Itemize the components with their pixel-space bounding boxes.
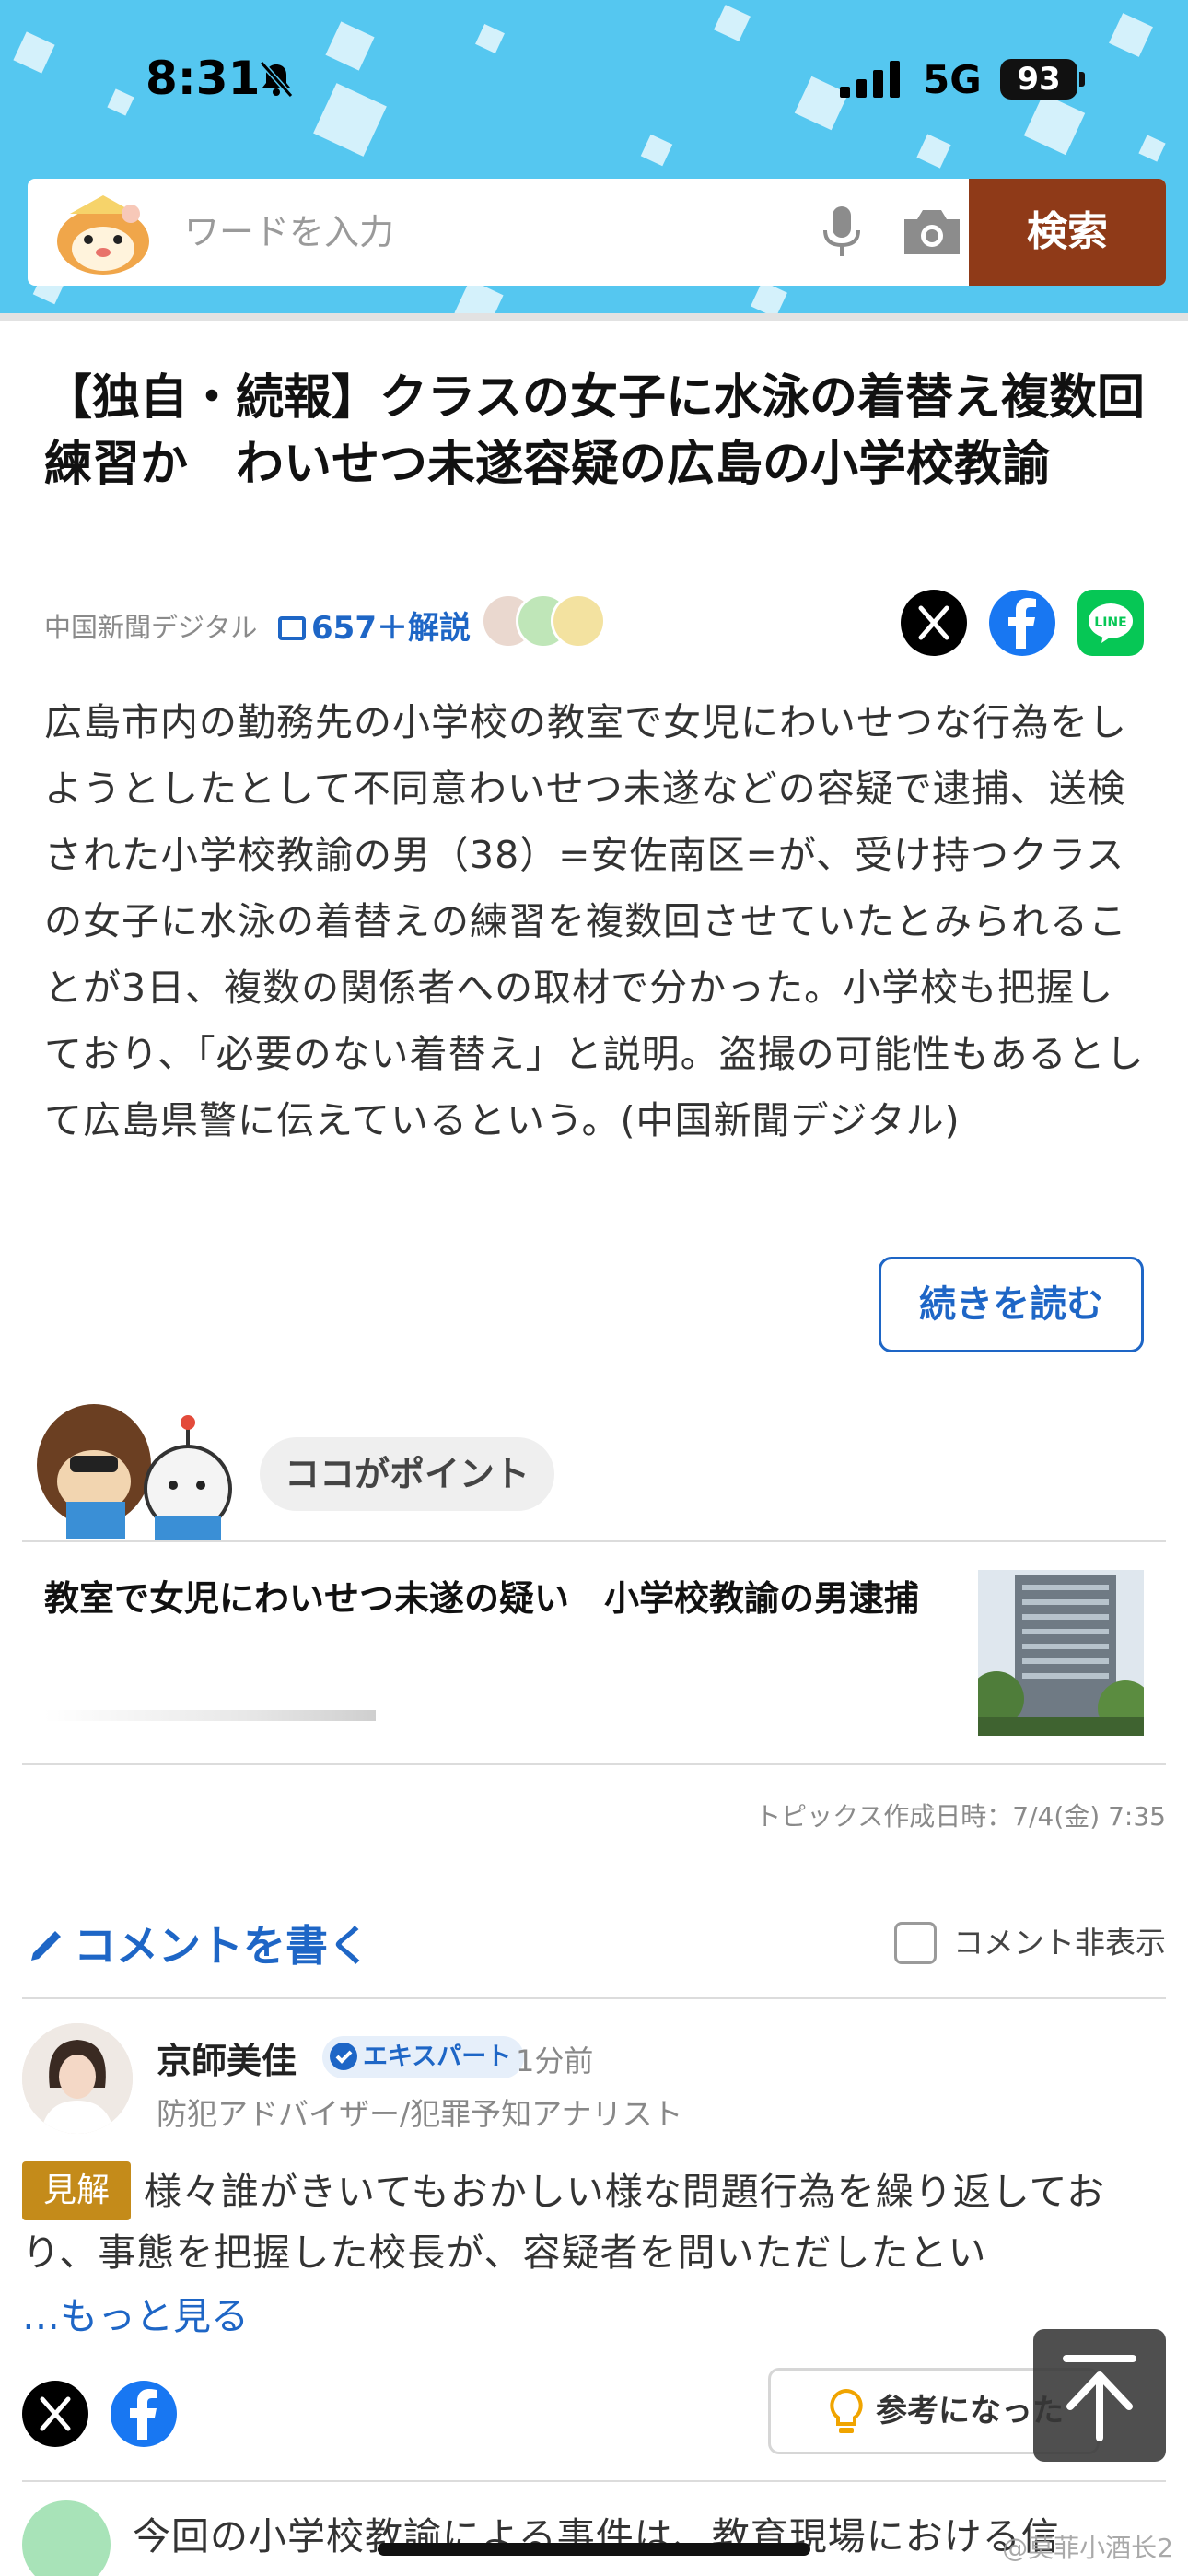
read-more-button[interactable]: 続きを読む [879,1257,1144,1352]
expert-badge: エキスパート [322,2036,525,2078]
comment-share-x-button[interactable] [22,2381,88,2447]
signal-icon [840,61,900,98]
bell-muted-icon [259,61,294,98]
article-meta: 中国新聞デジタル 657＋解説 [44,590,652,656]
share-x-button[interactable] [901,590,967,656]
next-comment-avatar[interactable] [22,2500,111,2576]
commenter-avatars[interactable] [481,593,646,652]
svg-text:LINE: LINE [1094,615,1126,630]
app-header: 8:31 5G 93 ワードを入力 検索 [0,0,1188,313]
hide-comments-toggle[interactable]: コメント非表示 [894,1918,1166,1964]
section-divider [22,1763,1166,1765]
scroll-to-top-button[interactable] [1033,2329,1166,2462]
article-body: 広島市内の勤務先の小学校の教室で女児にわいせつな行為をしようとしたとして不同意わ… [44,700,1145,1142]
article-headline[interactable]: 【独自・続報】クラスの女子に水泳の着替え複数回練習か わいせつ未遂容疑の広島の小… [44,365,1149,498]
x-logo-icon [918,605,949,640]
comment-time: 1分前 [516,2043,594,2078]
mascot-characters-icon [37,1404,232,1540]
search-input[interactable] [184,179,792,286]
topic-thumbnail[interactable] [978,1570,1144,1736]
opinion-tag: 見解 [22,2161,131,2220]
hamster-mascot-icon [57,195,149,275]
share-line-button[interactable]: LINE [1077,590,1144,656]
facebook-logo-icon [130,2389,157,2440]
article-source[interactable]: 中国新聞デジタル [44,606,257,645]
facebook-logo-icon [1008,598,1036,649]
hide-comments-label: コメント非表示 [953,1925,1166,1961]
confetti-decoration [751,281,787,313]
section-divider [22,1997,1166,1999]
pencil-icon [31,1931,61,1961]
comment-share-facebook-button[interactable] [111,2381,177,2447]
section-divider [22,1540,1166,1542]
topic-progress-bar [44,1710,376,1721]
verified-check-icon [330,2043,357,2070]
search-button[interactable]: 検索 [969,179,1166,286]
status-time: 8:31 [146,52,261,105]
confetti-decoration [916,134,951,169]
arrow-up-icon [1063,2355,1136,2441]
smiley-yellow-avatar [551,593,606,649]
comment-author[interactable]: 京師美佳 [157,2032,297,2083]
expert-badge-label: エキスパート [363,2043,512,2071]
battery-nub [1079,72,1085,87]
confetti-decoration [640,134,673,167]
hide-comments-checkbox[interactable] [894,1922,937,1964]
point-label: ココがポイント [260,1437,554,1511]
comment-count-link[interactable]: 657＋解説 [278,603,471,648]
comment-count-label: 657＋解説 [311,610,471,647]
show-more-link[interactable]: …もっと見る [22,2285,249,2340]
header-divider [0,313,1188,321]
comment-bubble-icon [278,616,306,640]
share-facebook-button[interactable] [989,590,1055,656]
search-bar: 検索 [28,179,1166,286]
x-logo-icon [40,2396,71,2431]
comment-text: 様々誰がきいてもおかしい様な問題行為を繰り返しており、事態を把握した校長が、容疑… [22,2170,1106,2275]
section-divider [22,2480,1166,2482]
topic-title[interactable]: 教室で女児にわいせつ未遂の疑い 小学校教諭の男逮捕 [44,1572,947,1625]
write-comment-button[interactable]: コメントを書く [28,1913,370,1973]
confetti-decoration [714,5,751,41]
status-bar: 8:31 5G 93 [0,46,1188,120]
watermark: @莫菲小酒长2 [1002,2533,1173,2563]
avatar[interactable] [22,2023,133,2134]
camera-icon[interactable] [901,206,963,258]
battery-indicator: 93 [1000,59,1077,100]
confetti-decoration [1138,135,1166,162]
line-logo-icon: LINE [1089,603,1133,643]
write-comment-label: コメントを書く [74,1921,370,1971]
comment-author-role: 防犯アドバイザー/犯罪予知アナリスト [157,2096,683,2132]
home-indicator[interactable] [378,2543,810,2556]
microphone-icon[interactable] [816,205,868,260]
lightbulb-icon [830,2389,863,2433]
topics-date: トピックス作成日時：7/4(金) 7:35 [755,1801,1166,1832]
network-type: 5G [923,57,982,102]
